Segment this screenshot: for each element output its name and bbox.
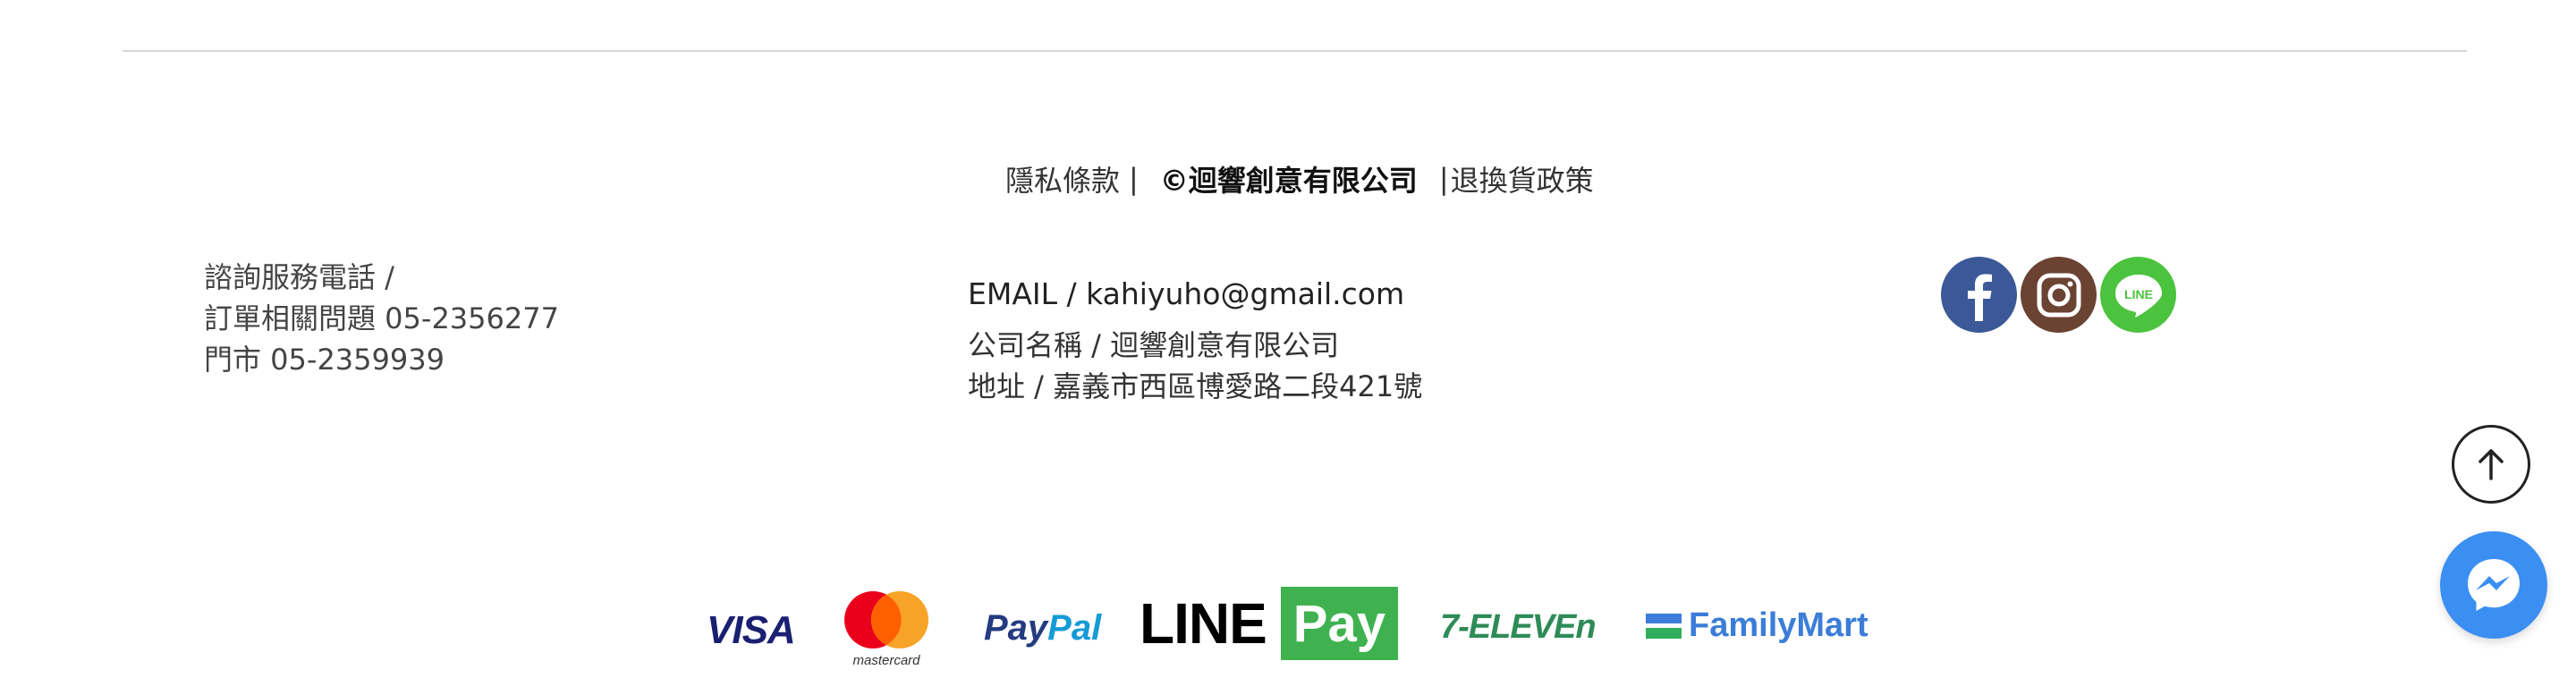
order-phone: 訂單相關問題 05-2356277 [204, 301, 559, 335]
contact-phones: 諮詢服務電話 / 訂單相關問題 05-2356277 門市 05-2359939 [204, 257, 559, 380]
visa-logo: VISA [707, 608, 796, 652]
service-phone-label: 諮詢服務電話 / [204, 260, 394, 294]
linepay-line-text: LINE [1140, 591, 1267, 656]
mastercard-logo: mastercard [837, 587, 936, 668]
familymart-logo: FamilyMart [1646, 606, 1868, 645]
mastercard-text: mastercard [852, 653, 920, 668]
email-text: EMAIL / kahiyuho@gmail.com [968, 276, 1405, 311]
paypal-logo: Pay Pal [984, 608, 1101, 648]
copyright-text: ©迴響創意有限公司 [1159, 164, 1418, 198]
privacy-link[interactable]: 隱私條款 [1005, 158, 1120, 199]
company-address: 地址 / 嘉義市西區博愛路二段421號 [968, 369, 1423, 403]
company-name: 公司名稱 / 迴響創意有限公司 [968, 328, 1340, 362]
messenger-chat-button[interactable] [2440, 531, 2547, 639]
instagram-link[interactable] [2021, 257, 2097, 333]
paypal-text-1: Pay [984, 608, 1048, 648]
linepay-pay-text: Pay [1280, 587, 1398, 660]
policy-bar: 隱私條款 | ©迴響創意有限公司 | 退換貨政策 [1005, 157, 1594, 200]
returns-policy-link[interactable]: 退換貨政策 [1451, 158, 1594, 199]
payment-methods: VISA mastercard Pay Pal LINE Pay 7-ELEVEn… [698, 581, 1868, 678]
familymart-mark [1646, 613, 1682, 639]
instagram-icon [2037, 273, 2080, 317]
back-to-top-button[interactable] [2452, 425, 2530, 504]
paypal-text-2: Pal [1047, 608, 1102, 648]
separator: | [1129, 162, 1139, 196]
seven-eleven-logo: 7-ELEVEn [1440, 608, 1597, 646]
footer-divider [123, 50, 2467, 52]
arrow-up-icon [2479, 449, 2504, 480]
company-info: EMAIL / kahiyuho@gmail.com 公司名稱 / 迴響創意有限… [968, 273, 1422, 407]
linepay-logo: LINE Pay [1140, 587, 1398, 660]
line-link[interactable]: LINE [2100, 257, 2176, 333]
separator: | [1438, 162, 1449, 196]
store-phone: 門市 05-2359939 [204, 343, 445, 377]
familymart-text: FamilyMart [1689, 606, 1868, 644]
messenger-icon [2468, 559, 2520, 611]
facebook-link[interactable] [1941, 257, 2017, 333]
social-links: LINE [1941, 257, 2176, 333]
line-icon-text: LINE [2124, 287, 2153, 301]
facebook-icon [1967, 274, 1992, 321]
line-icon: LINE [2114, 274, 2162, 318]
